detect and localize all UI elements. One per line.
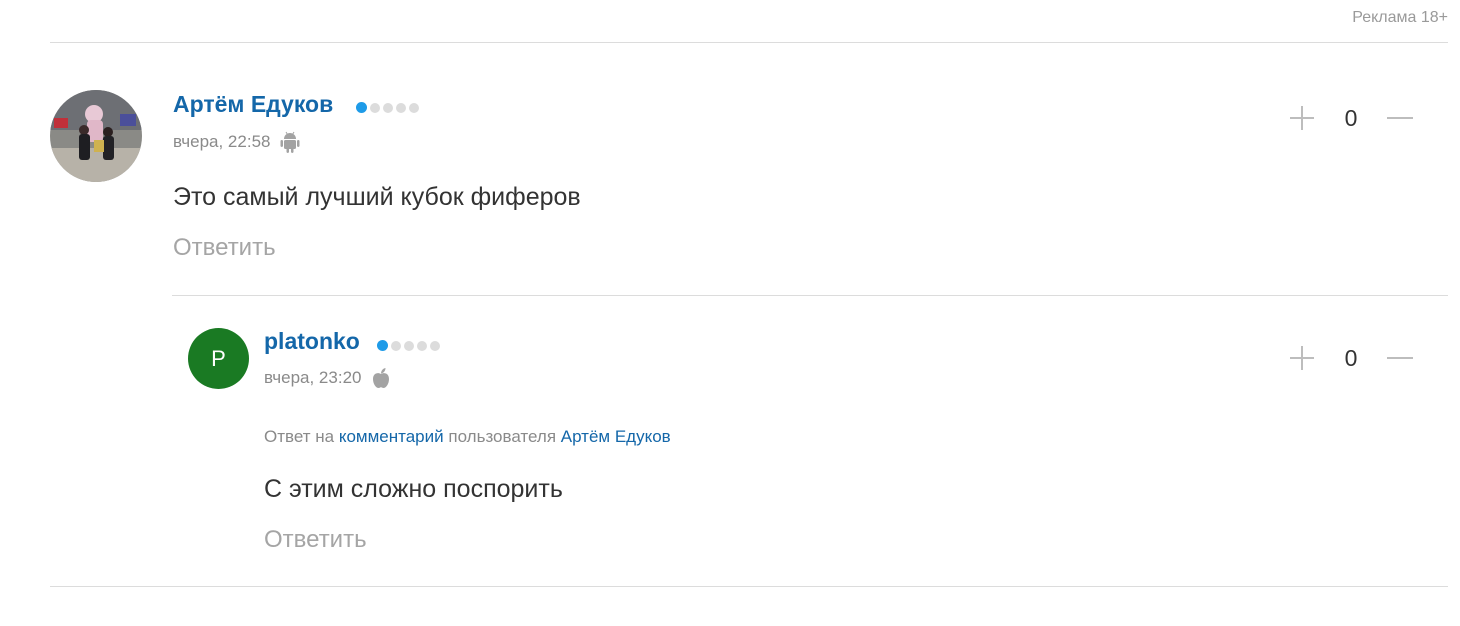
parent-author-link[interactable]: Артём Едуков [561, 427, 671, 446]
reply-to-line: Ответ на комментарий пользователя Артём … [264, 427, 671, 447]
apple-icon [371, 367, 391, 389]
rating-dot [356, 102, 367, 113]
reply-to-middle: пользователя [448, 427, 557, 446]
top-divider [50, 42, 1448, 43]
minus-icon[interactable] [1386, 104, 1414, 132]
avatar-photo-image [50, 90, 142, 182]
rating-dot [430, 340, 440, 351]
rating-dot [391, 340, 401, 351]
comments-section: Реклама 18+ Артём Едуков вчера, 22:58 Эт… [0, 0, 1460, 626]
user-rating-dots [377, 340, 440, 351]
reply-text: С этим сложно поспорить [264, 475, 563, 503]
reply-time: вчера, 23:20 [264, 368, 362, 387]
rating-dot [377, 340, 388, 351]
rating-dot [396, 102, 406, 113]
ad-age-label: Реклама 18+ [1352, 9, 1448, 26]
comment-text: Это самый лучший кубок фиферов [173, 183, 581, 211]
reply-author[interactable]: platonko [264, 328, 360, 355]
minus-icon[interactable] [1386, 344, 1414, 372]
vote-score: 0 [1344, 104, 1358, 131]
plus-icon[interactable] [1288, 344, 1316, 372]
vote-control: 0 [1288, 344, 1414, 372]
rating-dot [383, 102, 393, 113]
reply-meta: вчера, 23:20 [264, 367, 391, 389]
vote-score: 0 [1344, 344, 1358, 371]
comment-author[interactable]: Артём Едуков [173, 91, 333, 118]
reply-button[interactable]: Ответить [264, 526, 367, 554]
rating-dot [404, 340, 414, 351]
reply-button[interactable]: Ответить [173, 234, 276, 262]
android-icon [280, 131, 300, 153]
comment-time: вчера, 22:58 [173, 132, 271, 151]
reply-to-prefix: Ответ на [264, 427, 335, 446]
bottom-divider [50, 586, 1448, 587]
parent-comment-link[interactable]: комментарий [339, 427, 444, 446]
user-avatar[interactable]: P [188, 328, 249, 389]
rating-dot [370, 102, 380, 113]
comment-meta: вчера, 22:58 [173, 131, 300, 153]
rating-dot [417, 340, 427, 351]
plus-icon[interactable] [1288, 104, 1316, 132]
user-rating-dots [356, 102, 419, 113]
user-avatar[interactable] [50, 90, 142, 182]
vote-control: 0 [1288, 104, 1414, 132]
reply-divider [172, 295, 1448, 296]
rating-dot [409, 102, 419, 113]
avatar-letter: P [211, 345, 226, 371]
